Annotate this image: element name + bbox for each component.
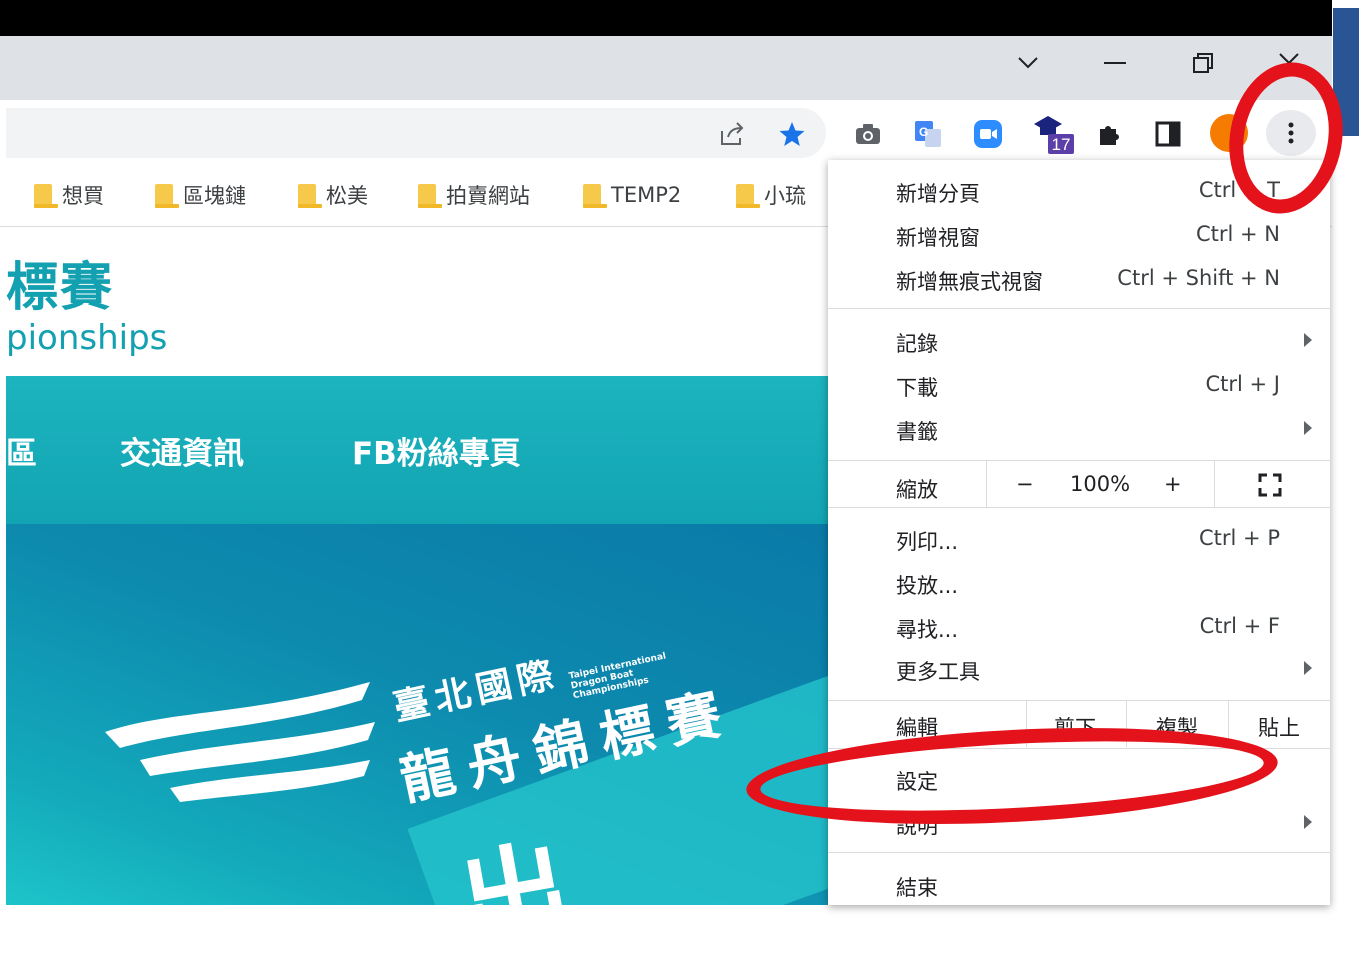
menu-shortcut: Ctrl + F bbox=[1199, 614, 1280, 638]
zoom-in-button[interactable]: + bbox=[1164, 472, 1182, 496]
zoom-label: 縮放 bbox=[896, 478, 938, 502]
bookmark-label: 區塊鏈 bbox=[183, 184, 246, 208]
nav-item[interactable]: 區 bbox=[6, 428, 37, 473]
zoom-icon[interactable] bbox=[970, 116, 1006, 152]
folder-icon bbox=[736, 184, 760, 208]
translate-icon[interactable]: G bbox=[910, 116, 946, 152]
puzzle-icon[interactable] bbox=[1090, 116, 1126, 152]
menu-label: 下載 bbox=[896, 376, 938, 400]
site-subtitle: pionships bbox=[6, 318, 168, 358]
menu-shortcut: Ctrl + Shift + N bbox=[1117, 266, 1280, 290]
side-panel-icon[interactable] bbox=[1150, 116, 1186, 152]
chevron-down-icon bbox=[1018, 57, 1038, 69]
menu-separator bbox=[828, 507, 1330, 508]
bookmark-folder[interactable]: 想買 bbox=[34, 180, 104, 210]
menu-item-bookmarks[interactable]: 書籤 bbox=[828, 408, 1330, 452]
menu-label: 書籤 bbox=[896, 420, 938, 444]
minimize-button[interactable] bbox=[1092, 44, 1138, 82]
menu-shortcut: Ctrl + J bbox=[1205, 372, 1280, 396]
dragon-boat-logo-icon bbox=[105, 682, 375, 802]
zoom-level: 100% bbox=[1070, 472, 1131, 496]
extension-badge: 17 bbox=[1051, 135, 1071, 154]
menu-shortcut: Ctrl + N bbox=[1195, 222, 1280, 246]
paste-button[interactable]: 貼上 bbox=[1258, 712, 1300, 742]
menu-shortcut: Ctrl + P bbox=[1199, 526, 1280, 550]
star-icon[interactable] bbox=[774, 116, 810, 152]
folder-icon bbox=[583, 184, 607, 208]
folder-icon bbox=[418, 184, 442, 208]
menu-divider bbox=[1214, 461, 1215, 507]
bookmark-label: 松美 bbox=[326, 184, 368, 208]
share-icon[interactable] bbox=[714, 116, 750, 152]
menu-separator bbox=[828, 852, 1330, 853]
menu-item-new-window[interactable]: 新增視窗 Ctrl + N bbox=[828, 214, 1330, 258]
bookmark-folder[interactable]: 區塊鏈 bbox=[155, 180, 246, 210]
menu-item-history[interactable]: 記錄 bbox=[828, 320, 1330, 364]
bookmark-label: TEMP2 bbox=[611, 183, 682, 207]
nav-item-traffic[interactable]: 交通資訊 bbox=[120, 428, 244, 473]
fullscreen-icon[interactable] bbox=[1258, 473, 1282, 497]
folder-icon bbox=[155, 184, 179, 208]
menu-item-print[interactable]: 列印... Ctrl + P bbox=[828, 518, 1330, 562]
restore-icon bbox=[1193, 53, 1213, 73]
folder-icon bbox=[34, 184, 58, 208]
menu-label: 更多工具 bbox=[896, 660, 980, 684]
menu-divider bbox=[986, 461, 987, 507]
bookmark-folder[interactable]: 小琉 bbox=[736, 180, 806, 210]
menu-separator bbox=[828, 460, 1330, 461]
minimize-icon bbox=[1104, 62, 1126, 64]
restore-button[interactable] bbox=[1180, 44, 1226, 82]
bookmark-folder[interactable]: TEMP2 bbox=[583, 180, 681, 210]
window-top-bar bbox=[0, 0, 1359, 36]
site-title: 標賽 bbox=[6, 258, 115, 318]
menu-item-exit[interactable]: 結束 bbox=[828, 864, 1330, 908]
menu-label: 投放... bbox=[896, 574, 959, 598]
submenu-arrow-icon bbox=[1304, 333, 1312, 347]
menu-label: 尋找... bbox=[896, 618, 959, 642]
address-bar[interactable] bbox=[6, 108, 826, 158]
menu-label: 新增視窗 bbox=[896, 226, 980, 250]
folder-icon bbox=[298, 184, 322, 208]
tab-search-button[interactable] bbox=[1005, 44, 1051, 82]
bookmark-label: 想買 bbox=[62, 184, 104, 208]
bookmark-label: 小琉 bbox=[764, 184, 806, 208]
bookmark-label: 拍賣網站 bbox=[446, 184, 530, 208]
menu-item-more-tools[interactable]: 更多工具 bbox=[828, 648, 1330, 692]
svg-text:G: G bbox=[919, 125, 928, 139]
menu-item-find[interactable]: 尋找... Ctrl + F bbox=[828, 606, 1330, 650]
camera-icon[interactable] bbox=[850, 116, 886, 152]
menu-label: 記錄 bbox=[896, 332, 938, 356]
nav-item-fb[interactable]: FB粉絲專頁 bbox=[352, 428, 521, 473]
menu-item-cast[interactable]: 投放... bbox=[828, 562, 1330, 606]
menu-separator bbox=[828, 700, 1330, 701]
menu-label: 結束 bbox=[896, 876, 938, 900]
bookmark-folder[interactable]: 拍賣網站 bbox=[418, 180, 530, 210]
menu-label: 新增分頁 bbox=[896, 182, 980, 206]
menu-separator bbox=[828, 308, 1330, 309]
zoom-out-button[interactable]: − bbox=[1016, 472, 1034, 496]
menu-item-downloads[interactable]: 下載 Ctrl + J bbox=[828, 364, 1330, 408]
menu-label: 列印... bbox=[896, 530, 959, 554]
school-extension-icon[interactable]: 17 bbox=[1032, 116, 1078, 154]
submenu-arrow-icon bbox=[1304, 421, 1312, 435]
bookmark-folder[interactable]: 松美 bbox=[298, 180, 368, 210]
menu-item-new-incognito[interactable]: 新增無痕式視窗 Ctrl + Shift + N bbox=[828, 258, 1330, 302]
menu-label: 新增無痕式視窗 bbox=[896, 270, 1043, 294]
submenu-arrow-icon bbox=[1304, 815, 1312, 829]
submenu-arrow-icon bbox=[1304, 661, 1312, 675]
